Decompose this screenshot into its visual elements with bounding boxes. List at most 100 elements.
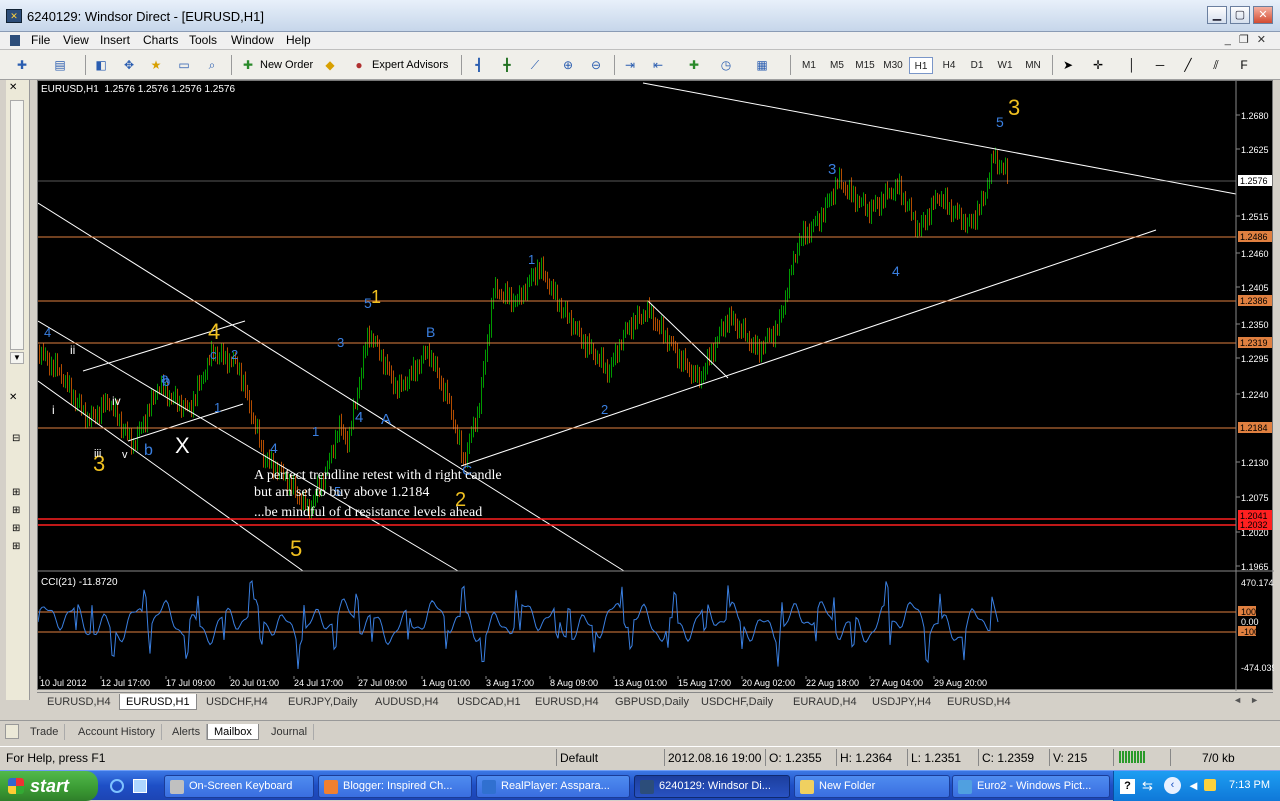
panel2-close-icon[interactable]: ✕	[9, 392, 17, 403]
horizontal-line-icon[interactable]: ─	[1152, 57, 1168, 73]
terminal-handle[interactable]	[5, 724, 19, 739]
timeframe-h4[interactable]: H4	[937, 57, 961, 74]
taskbar-task-1[interactable]: Blogger: Inspired Ch...	[318, 775, 472, 798]
mdi-window-controls[interactable]: _❐✕	[1225, 33, 1274, 46]
desktop-quicklaunch-icon[interactable]	[133, 779, 147, 793]
chart-tab-2[interactable]: USDCHF,H4	[200, 694, 274, 710]
crosshair-icon[interactable]: ✛	[1090, 57, 1106, 73]
menu-window[interactable]: Window	[231, 33, 274, 47]
timeframe-mn[interactable]: MN	[1021, 57, 1045, 74]
new-order-button[interactable]: New Order	[260, 56, 313, 74]
chart-tab-10[interactable]: USDJPY,H4	[866, 694, 937, 710]
taskbar-task-4[interactable]: New Folder	[794, 775, 950, 798]
taskbar-task-2[interactable]: RealPlayer: Asspara...	[476, 775, 630, 798]
maximize-button[interactable]: ▢	[1230, 6, 1250, 24]
chart-tab-8[interactable]: USDCHF,Daily	[695, 694, 779, 710]
periods-icon[interactable]: ◷	[718, 57, 734, 73]
market-watch-icon[interactable]: ◧	[93, 57, 109, 73]
correction-line	[647, 300, 729, 379]
navigator-panel[interactable]: ✕ ▼ ✕ ⊟ ⊞ ⊞ ⊞ ⊞	[6, 80, 30, 700]
timeframe-h1[interactable]: H1	[909, 57, 933, 74]
wave-label: 2	[601, 402, 608, 417]
expert-advisors-button[interactable]: Expert Advisors	[372, 56, 448, 74]
indicators-icon[interactable]: ✚	[686, 57, 702, 73]
panel-close-icon[interactable]: ✕	[9, 82, 17, 93]
help-tray-icon[interactable]: ?	[1120, 779, 1135, 794]
panel-scroll-down-icon[interactable]: ▼	[10, 352, 24, 364]
tray-collapse-icon[interactable]: ‹	[1164, 777, 1181, 794]
chart-tab-3[interactable]: EURJPY,Daily	[282, 694, 364, 710]
navigator-icon[interactable]: ★	[148, 57, 164, 73]
ie-quicklaunch-icon[interactable]	[110, 779, 124, 793]
menu-charts[interactable]: Charts	[143, 33, 178, 47]
price-tick-label: 1.2240	[1241, 390, 1269, 400]
menu-tools[interactable]: Tools	[189, 33, 217, 47]
timeframe-m5[interactable]: M5	[825, 57, 849, 74]
channel-icon[interactable]: ⫽	[1208, 57, 1224, 73]
taskbar-task-3[interactable]: 6240129: Windsor Di...	[634, 775, 790, 798]
chart-tab-1[interactable]: EURUSD,H1	[119, 694, 197, 710]
terminal-icon[interactable]: ▭	[176, 57, 192, 73]
price-tick-label: 1.2130	[1241, 458, 1269, 468]
minimize-button[interactable]: ▁	[1207, 6, 1227, 24]
expert-advisors-icon[interactable]: ●	[351, 57, 367, 73]
profiles-icon[interactable]: ▤	[52, 57, 68, 73]
menu-insert[interactable]: Insert	[100, 33, 130, 47]
timeframe-w1[interactable]: W1	[993, 57, 1017, 74]
chart-tab-6[interactable]: EURUSD,H4	[529, 694, 605, 710]
chart-shift-icon[interactable]: ⇤	[650, 57, 666, 73]
menu-file[interactable]: File	[31, 33, 50, 47]
app-tray-icon[interactable]	[1204, 779, 1216, 791]
start-label: start	[30, 776, 70, 796]
data-window-icon[interactable]: ✥	[121, 57, 137, 73]
terminal-tab-mailbox[interactable]: Mailbox	[207, 724, 259, 740]
close-button[interactable]: ✕	[1253, 6, 1273, 24]
panel-scrollbar[interactable]	[10, 100, 24, 350]
menu-view[interactable]: View	[63, 33, 89, 47]
trendline-icon[interactable]: ╱	[1180, 57, 1196, 73]
zoom-in-icon[interactable]: ⊕	[560, 57, 576, 73]
strategy-tester-icon[interactable]: ⌕	[204, 57, 220, 73]
chart-tab-9[interactable]: EURAUD,H4	[787, 694, 863, 710]
line-chart-icon[interactable]: ⟋	[527, 57, 543, 73]
bar-chart-icon[interactable]: ┫	[471, 57, 487, 73]
volume-tray-icon[interactable]: ◄	[1187, 778, 1200, 793]
new-chart-icon[interactable]: ✚	[14, 57, 30, 73]
vertical-line-icon[interactable]: │	[1124, 57, 1140, 73]
network-tray-icon[interactable]: ⇆	[1142, 778, 1153, 794]
chart-tab-4[interactable]: AUDUSD,H4	[369, 694, 445, 710]
chart-window[interactable]: EURUSD,H1 1.2576 1.2576 1.2576 1.2576 CC…	[37, 80, 1274, 691]
zoom-out-icon[interactable]: ⊖	[588, 57, 604, 73]
new-order-icon[interactable]: ✚	[240, 57, 256, 73]
taskbar-task-5[interactable]: Euro2 - Windows Pict...	[952, 775, 1110, 798]
timeframe-m1[interactable]: M1	[797, 57, 821, 74]
chart-tab-11[interactable]: EURUSD,H4	[941, 694, 1017, 710]
fibonacci-icon[interactable]: F	[1236, 57, 1252, 73]
chart-tab-5[interactable]: USDCAD,H1	[451, 694, 527, 710]
terminal-tab-journal[interactable]: Journal	[265, 724, 315, 740]
timeframe-m15[interactable]: M15	[853, 57, 877, 74]
terminal-tab-account-history[interactable]: Account History	[72, 724, 163, 740]
cursor-icon[interactable]: ➤	[1060, 57, 1076, 73]
chart-annotation: A perfect trendline retest with d right …	[254, 467, 502, 521]
timeframe-d1[interactable]: D1	[965, 57, 989, 74]
start-button[interactable]: start	[0, 771, 98, 801]
price-tick-label: 1.2625	[1241, 145, 1269, 155]
tab-scroll-arrows-icon[interactable]: ◄►	[1233, 695, 1267, 705]
candlestick-chart-icon[interactable]: ╋	[499, 57, 515, 73]
timeframe-m30[interactable]: M30	[881, 57, 905, 74]
cci-tick-label: 0.00	[1241, 617, 1259, 627]
price-chart[interactable]: 353415 13B4 A2C2145542cab1Xb34iiiviiii v 1.…	[38, 81, 1274, 691]
terminal-tab-alerts[interactable]: Alerts	[166, 724, 208, 740]
menu-help[interactable]: Help	[286, 33, 311, 47]
templates-icon[interactable]: ▦	[754, 57, 770, 73]
auto-scroll-icon[interactable]: ⇥	[622, 57, 638, 73]
terminal-tab-trade[interactable]: Trade	[24, 724, 66, 740]
chart-tab-7[interactable]: GBPUSD,Daily	[609, 694, 695, 710]
chart-tab-0[interactable]: EURUSD,H4	[41, 694, 117, 710]
time-tick-label: 24 Jul 17:00	[294, 678, 343, 688]
taskbar-task-0[interactable]: On-Screen Keyboard	[164, 775, 314, 798]
metaeditor-icon[interactable]: ◆	[322, 57, 338, 73]
tree-expanders[interactable]: ⊟ ⊞ ⊞ ⊞ ⊞	[12, 430, 20, 556]
price-marker-label: 1.2032	[1240, 520, 1268, 530]
